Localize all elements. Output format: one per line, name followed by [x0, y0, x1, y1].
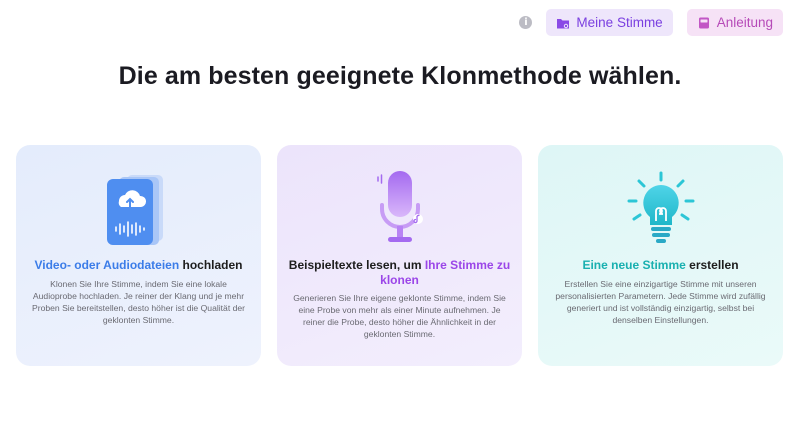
top-toolbar: i Meine Stimme Anleitung	[519, 9, 783, 36]
folder-voice-icon	[557, 18, 570, 28]
guide-button[interactable]: Anleitung	[686, 9, 783, 36]
book-icon	[698, 17, 709, 28]
info-icon[interactable]: i	[519, 16, 533, 29]
my-voice-button[interactable]: Meine Stimme	[546, 9, 673, 36]
guide-label: Anleitung	[716, 15, 773, 30]
page-title: Die am besten geeignete Klonmethode wähl…	[118, 62, 682, 90]
heading-text: Beispieltexte lesen, um	[288, 258, 425, 272]
microphone-icon	[376, 171, 423, 242]
upload-audio-card[interactable]: Video- oder Audiodateien hochladen Klone…	[16, 145, 261, 366]
card-description: Erstellen Sie eine einzigartige Stimme m…	[555, 279, 766, 325]
my-voice-label: Meine Stimme	[576, 15, 663, 30]
create-voice-card[interactable]: Eine neue Stimme erstellen Erstellen Sie…	[538, 145, 783, 366]
audio-file-upload-icon	[106, 175, 163, 245]
card-heading: Beispieltexte lesen, um Ihre Stimme zu k…	[287, 258, 512, 288]
card-heading: Video- oder Audiodateien hochladen	[26, 258, 251, 273]
heading-text: hochladen	[179, 258, 243, 272]
heading-text: erstellen	[685, 258, 739, 272]
card-description: Klonen Sie Ihre Stimme, indem Sie eine l…	[31, 279, 246, 325]
heading-highlight: Video- oder Audiodateien	[34, 258, 180, 272]
card-description: Generieren Sie Ihre eigene geklonte Stim…	[293, 293, 506, 339]
read-sample-card[interactable]: Beispieltexte lesen, um Ihre Stimme zu k…	[277, 145, 522, 366]
lightbulb-icon	[627, 171, 694, 243]
heading-highlight: Eine neue Stimme	[582, 258, 686, 272]
card-heading: Eine neue Stimme erstellen	[548, 258, 773, 273]
